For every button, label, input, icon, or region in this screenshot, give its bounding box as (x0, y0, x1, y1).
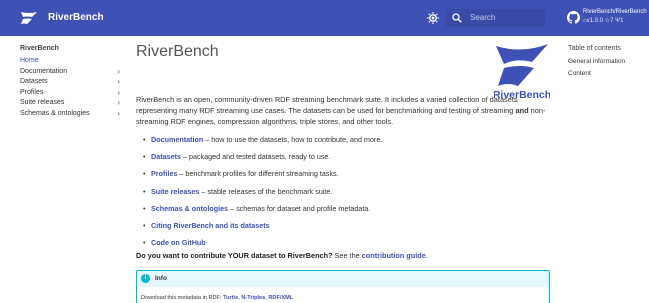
link-description: – benchmark profiles for different strea… (177, 169, 339, 179)
nav-title: RiverBench (20, 45, 59, 52)
repo-version: v1.0.0 (586, 18, 603, 24)
nav-item-label: Suite releases (20, 99, 65, 106)
list-item: • Citing RiverBench and its datasets (143, 221, 553, 238)
info-icon: i (141, 274, 150, 283)
page-title: RiverBench (136, 43, 219, 60)
toc-item-content[interactable]: Content (568, 69, 648, 81)
chevron-right-icon: › (117, 66, 120, 76)
bullet-icon: • (143, 135, 146, 144)
contribute-question: Do you want to contribute YOUR dataset t… (136, 251, 333, 260)
primary-navigation: RiverBench Home Documentation › Datasets ›… (20, 44, 120, 119)
link-description: – packaged and tested datasets, ready to… (180, 152, 331, 162)
intro-text-1: RiverBench is an open, community-driven … (136, 95, 518, 115)
theme-toggle-icon[interactable] (427, 12, 439, 24)
intro-paragraph: RiverBench is an open, community-driven … (136, 94, 552, 127)
repo-forks: 1 (620, 18, 624, 24)
chevron-right-icon: › (117, 108, 120, 118)
toc-item-general-information[interactable]: General information (568, 57, 648, 69)
search-input[interactable]: Search (446, 9, 545, 27)
admonition-header: i Info (137, 271, 549, 287)
list-item: • Schemas & ontologies – schemas for data… (143, 204, 553, 221)
link-documentation[interactable]: Documentation (151, 135, 203, 144)
chevron-right-icon: › (117, 87, 120, 97)
bullet-icon: • (143, 169, 146, 179)
list-item: • Documentation – how to use the datasets… (143, 135, 553, 152)
bullet-icon: • (143, 238, 146, 248)
bullet-icon: • (143, 220, 146, 230)
download-turtle-link[interactable]: Turtle (223, 295, 238, 301)
admonition-text: Download this metadata in RDF: (141, 295, 224, 301)
info-admonition: i Info Download this metadata in RDF: Tu… (136, 270, 550, 303)
link-description: – how to use the datasets, how to contri… (203, 135, 383, 144)
bullet-icon: • (143, 152, 146, 162)
contribute-paragraph: Do you want to contribute YOUR dataset t… (136, 251, 552, 261)
link-profiles[interactable]: Profiles (151, 169, 177, 178)
link-description: – schemas for dataset and profile metada… (228, 203, 371, 213)
nav-item-schemas-ontologies[interactable]: Schemas & ontologies › (20, 109, 120, 120)
nav-item-datasets[interactable]: Datasets › (20, 77, 120, 88)
nav-item-home[interactable]: Home (20, 56, 120, 67)
nav-item-label: Datasets (20, 78, 48, 85)
nav-item-label: Schemas & ontologies (20, 109, 90, 117)
link-citing-riverbench[interactable]: Citing RiverBench and its datasets (151, 221, 270, 230)
link-code-on-github[interactable]: Code on GitHub (151, 238, 206, 247)
main-content: RiverBench (136, 40, 552, 62)
nav-item-profiles[interactable]: Profiles › (20, 88, 120, 99)
contribute-text: See the (332, 251, 362, 260)
download-rdfxml-link[interactable]: RDF/XML (268, 295, 293, 301)
top-app-bar: RiverBench Search RiverBench/RiverBench … (0, 0, 649, 36)
nav-item-documentation[interactable]: Documentation › (20, 67, 120, 78)
admonition-body: Download this metadata in RDF: Turtle, N… (137, 287, 549, 302)
list-item: • Profiles – benchmark profiles for diffe… (143, 169, 553, 186)
download-ntriples-link[interactable]: N-Triples (241, 295, 265, 301)
chevron-right-icon: › (117, 98, 120, 107)
chevron-right-icon: › (117, 77, 120, 86)
nav-item-label: Home (20, 57, 39, 64)
repo-link[interactable]: RiverBench/RiverBench ⌂v1.0.0 ☆7 Ψ1 (567, 7, 647, 29)
link-description: – stable releases of the benchmark suite… (199, 186, 333, 196)
search-icon (452, 13, 462, 23)
riverbench-brand-logo: RiverBench (494, 44, 550, 100)
bullet-icon: • (143, 186, 146, 196)
nav-item-suite-releases[interactable]: Suite releases › (20, 98, 120, 109)
riverbench-logo-icon[interactable] (20, 11, 38, 25)
contribution-guide-link[interactable]: contribution guide (362, 251, 426, 260)
github-icon (567, 11, 580, 24)
nav-item-label: Profiles (20, 88, 44, 96)
link-datasets[interactable]: Datasets (151, 152, 181, 161)
table-of-contents: Table of contents General information Co… (568, 44, 648, 81)
list-item: • Datasets – packaged and tested datasets… (143, 152, 553, 169)
bullet-icon: • (143, 203, 146, 213)
repo-stars: 7 (610, 18, 614, 24)
repo-name: RiverBench/RiverBench (583, 9, 647, 15)
section-links-list: • Documentation – how to use the datasets… (143, 135, 553, 255)
admonition-title: Info (155, 275, 167, 282)
search-placeholder: Search (470, 13, 496, 22)
link-schemas-ontologies[interactable]: Schemas & ontologies (151, 204, 228, 213)
link-suite-releases[interactable]: Suite releases (151, 187, 199, 196)
site-title[interactable]: RiverBench (48, 11, 104, 24)
intro-text-bold: and (515, 106, 529, 115)
list-item: • Suite releases – stable releases of the… (143, 187, 553, 204)
contribute-period: . (425, 251, 428, 260)
nav-item-label: Documentation (20, 67, 68, 75)
toc-title: Table of contents (568, 45, 621, 52)
repo-stats: ⌂v1.0.0 ☆7 Ψ1 (583, 17, 623, 25)
